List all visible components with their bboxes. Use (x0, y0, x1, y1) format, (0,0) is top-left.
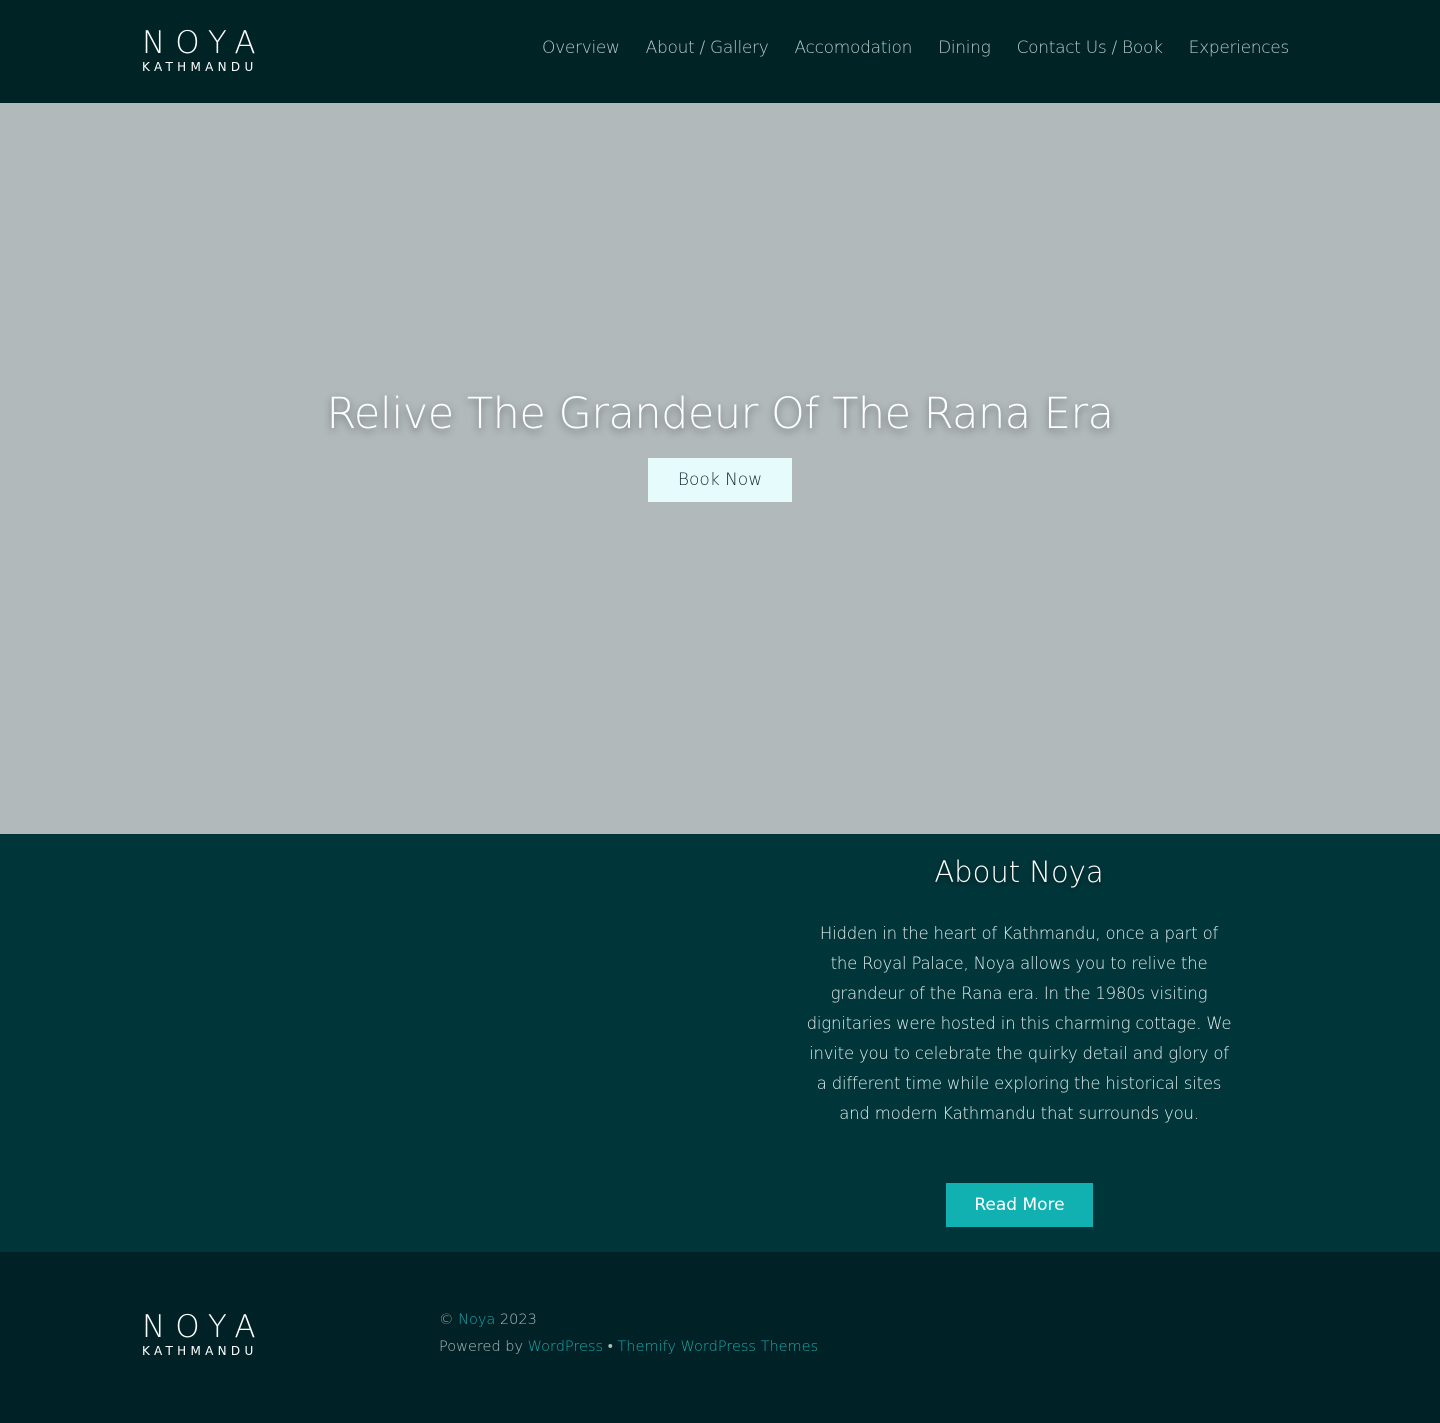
nav-item-experiences: Experiences (1163, 36, 1290, 60)
footer-site-link[interactable]: Noya (458, 1312, 495, 1328)
logo-subtitle: KATHMANDU (142, 60, 258, 74)
powered-by: Powered by WordPress • Themify WordPress… (439, 1336, 818, 1358)
logo-name: NOYA (142, 25, 266, 61)
nav-link-dining[interactable]: Dining (912, 36, 991, 60)
nav-link-accomodation[interactable]: Accomodation (769, 36, 913, 60)
powered-by-label: Powered by (439, 1339, 524, 1355)
wordpress-link[interactable]: WordPress (528, 1339, 603, 1355)
footer-logo-subtitle: KATHMANDU (142, 1344, 258, 1358)
nav-link-overview[interactable]: Overview (516, 36, 620, 60)
main-nav: Overview About / Gallery Accomodation Di… (516, 36, 1289, 60)
site-logo[interactable]: NOYA KATHMANDU (142, 25, 266, 74)
nav-link-contact-book[interactable]: Contact Us / Book (991, 36, 1163, 60)
copyright-year: 2023 (499, 1312, 537, 1328)
read-more-button[interactable]: Read More (946, 1183, 1093, 1227)
site-header: NOYA KATHMANDU Overview About / Gallery … (0, 0, 1440, 103)
nav-item-about-gallery: About / Gallery (620, 36, 769, 60)
footer-separator: • (607, 1339, 613, 1355)
book-now-button[interactable]: Book Now (648, 458, 792, 502)
footer-logo[interactable]: NOYA KATHMANDU (142, 1309, 266, 1358)
themify-link[interactable]: Themify WordPress Themes (617, 1339, 818, 1355)
about-text: Hidden in the heart of Kathmandu, once a… (806, 924, 1232, 1123)
nav-item-dining: Dining (912, 36, 991, 60)
copyright-symbol: © (439, 1312, 454, 1328)
nav-link-experiences[interactable]: Experiences (1163, 36, 1290, 60)
about-title: About Noya (934, 855, 1104, 889)
nav-item-overview: Overview (516, 36, 620, 60)
nav-item-accomodation: Accomodation (769, 36, 913, 60)
nav-item-contact-book: Contact Us / Book (991, 36, 1163, 60)
hero-title: Relive The Grandeur Of The Rana Era (326, 389, 1114, 439)
copyright: © Noya 2023 (439, 1309, 537, 1331)
footer-logo-name: NOYA (142, 1309, 266, 1345)
nav-link-about-gallery[interactable]: About / Gallery (620, 36, 769, 60)
